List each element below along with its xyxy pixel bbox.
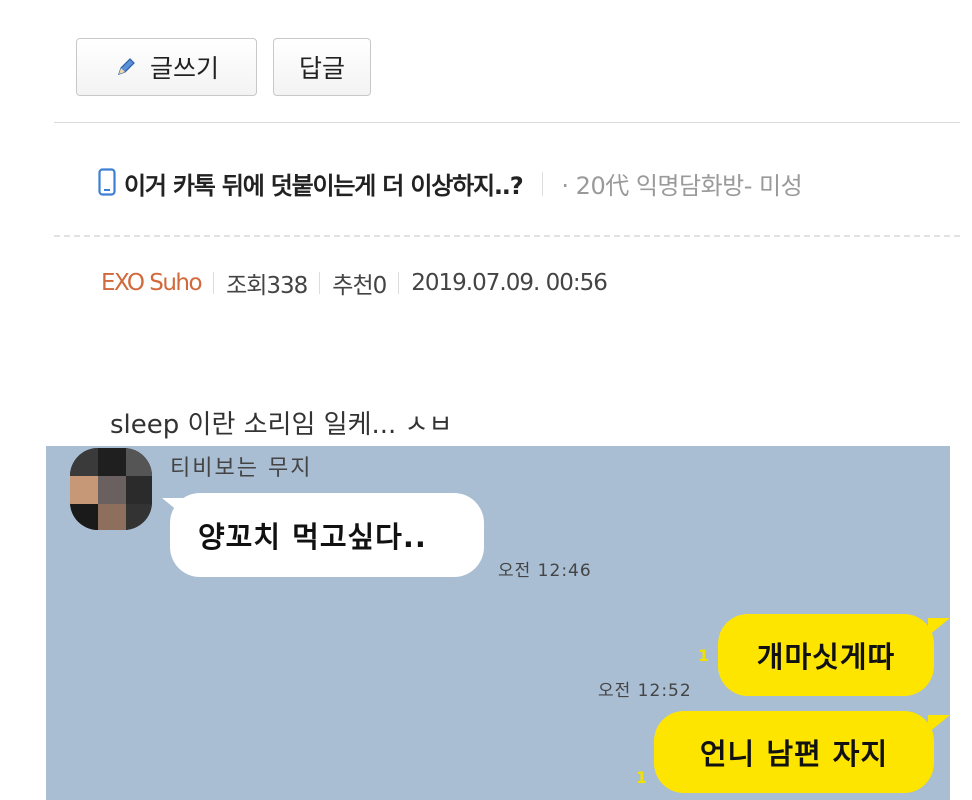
unread-count: 1 (698, 646, 710, 665)
title-divider (54, 235, 960, 237)
post-meta: EXO Suho 조회338 추천0 2019.07.09. 00:56 (101, 266, 608, 300)
write-button-label: 글쓰기 (149, 54, 219, 83)
reply-button[interactable]: 답글 (273, 38, 371, 96)
meta-separator (398, 272, 400, 294)
recommend-count: 추천0 (332, 273, 387, 299)
chat-screenshot: 티비보는 무지 양꼬치 먹고싶다.. 오전 12:46 1 오전 12:52 개… (46, 446, 950, 800)
post-toolbar: 글쓰기 답글 (76, 38, 371, 96)
pencil-icon (114, 55, 138, 79)
incoming-message: 양꼬치 먹고싶다.. (170, 493, 484, 577)
post-title[interactable]: 이거 카톡 뒤에 덧붙이는게 더 이상하지..? (124, 166, 524, 201)
sender-name: 티비보는 무지 (170, 456, 313, 481)
message-time: 오전 12:46 (498, 561, 592, 581)
meta-separator (213, 272, 215, 294)
author-name[interactable]: EXO Suho (101, 270, 203, 296)
board-name[interactable]: · 20代 익명담화방- 미성 (561, 166, 802, 201)
title-separator (542, 171, 544, 196)
outgoing-message: 개마싯게따 (718, 614, 934, 696)
view-count: 조회338 (226, 273, 308, 299)
reply-button-label: 답글 (298, 54, 345, 83)
message-time: 오전 12:52 (598, 681, 692, 701)
post-title-row: 이거 카톡 뒤에 덧붙이는게 더 이상하지..? · 20代 익명담화방- 미성 (98, 166, 972, 201)
post-date: 2019.07.09. 00:56 (411, 270, 608, 296)
outgoing-message: 언니 남편 자지 (654, 711, 934, 793)
mobile-icon (98, 167, 116, 200)
write-button[interactable]: 글쓰기 (76, 38, 257, 96)
avatar (70, 448, 152, 530)
unread-count: 1 (636, 768, 648, 787)
meta-separator (319, 272, 321, 294)
header-divider (54, 122, 960, 123)
post-content-text: sleep 이란 소리임 일케... ㅅㅂ (110, 410, 453, 440)
